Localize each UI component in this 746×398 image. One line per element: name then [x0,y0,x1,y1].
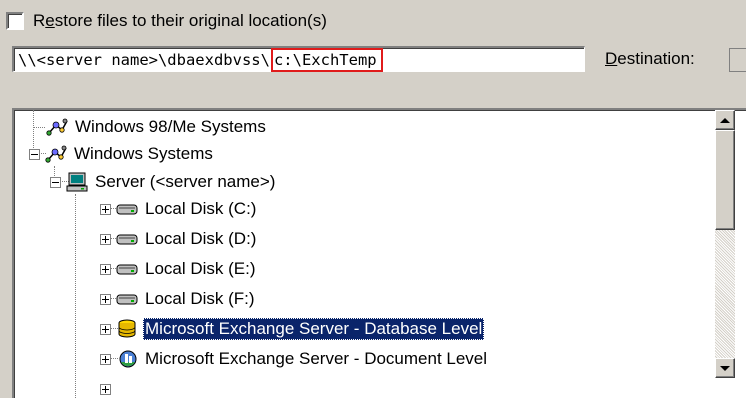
drive-icon [115,288,139,310]
tree-item-server[interactable]: Server (<server name>) [50,169,277,195]
scroll-thumb[interactable] [715,130,735,230]
tree-connector-line [75,194,76,398]
tree-item-local-disk-f[interactable]: Local Disk (F:) [100,286,257,312]
restore-original-location-option[interactable]: Restore files to their original location… [6,9,327,33]
expand-toggle[interactable] [100,263,111,275]
computer-icon [65,171,89,193]
expand-toggle[interactable] [100,203,111,215]
tree-item-windows-systems[interactable]: Windows Systems [29,141,215,167]
collapse-toggle[interactable] [50,176,61,188]
scroll-up-button[interactable] [715,110,735,130]
tree-item-windows-98-me-systems[interactable]: Windows 98/Me Systems [45,114,268,140]
restore-path-prefix: \\<server name>\dbaexdbvss\ [18,50,270,69]
backup-selection-tree[interactable]: Windows 98/Me Systems Windows Systems Se… [12,108,746,398]
expand-toggle[interactable] [100,323,111,335]
arrow-down-icon [720,365,730,371]
drive-icon [115,198,139,220]
restore-original-location-checkbox[interactable] [6,12,24,30]
tree-connector-line [33,127,45,128]
exchange-icon [115,348,139,370]
collapse-toggle[interactable] [29,148,40,160]
network-icon [44,143,68,165]
tree-item-local-disk-c[interactable]: Local Disk (C:) [100,196,258,222]
tree-item-partial [100,376,115,398]
tree-item-exchange-database-level[interactable]: Microsoft Exchange Server - Database Lev… [100,316,485,342]
scroll-down-button[interactable] [715,358,735,378]
tree-item-exchange-document-level[interactable]: Microsoft Exchange Server - Document Lev… [100,346,489,372]
drive-icon [115,228,139,250]
database-icon [115,318,139,340]
network-icon [45,116,69,138]
destination-field[interactable] [729,48,746,72]
destination-label: Destination: [605,49,695,68]
drive-icon [115,258,139,280]
tree-item-local-disk-d[interactable]: Local Disk (D:) [100,226,258,252]
expand-toggle [100,383,111,395]
expand-toggle[interactable] [100,233,111,245]
tree-item-local-disk-e[interactable]: Local Disk (E:) [100,256,258,282]
expand-toggle[interactable] [100,353,111,365]
restore-original-location-label: Restore files to their original location… [33,11,327,30]
restore-path-input[interactable]: \\<server name>\dbaexdbvss\ c:\ExchTemp [12,46,585,72]
tree-vertical-scrollbar[interactable] [715,110,735,378]
arrow-up-icon [720,117,730,123]
expand-toggle[interactable] [100,293,111,305]
restore-path-highlighted-segment: c:\ExchTemp [270,47,383,72]
